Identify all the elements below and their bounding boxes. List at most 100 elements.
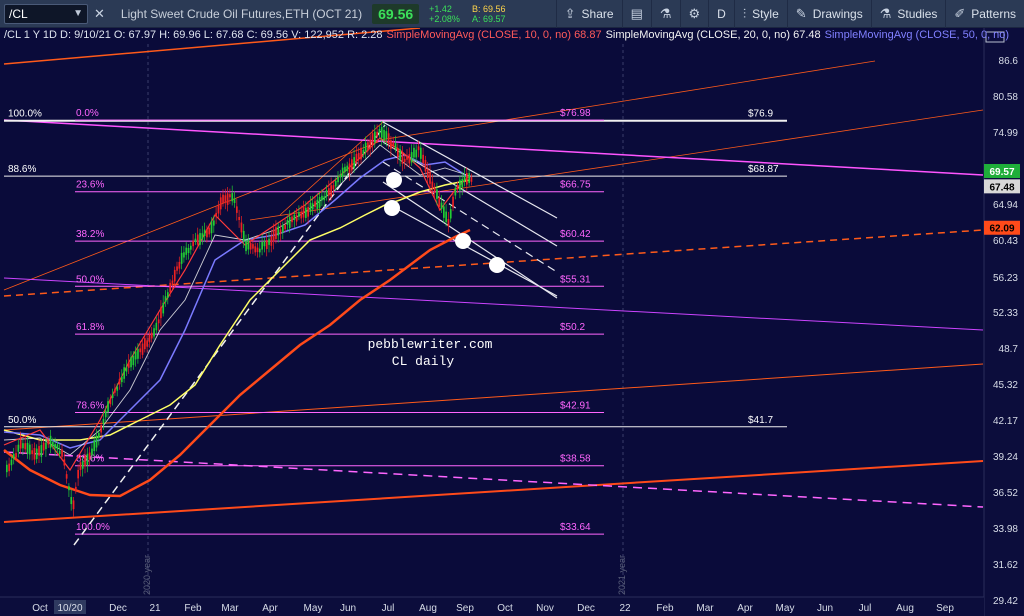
price-tick-label: 45.32 (993, 380, 1018, 391)
chevron-down-icon[interactable]: ▼ (73, 8, 83, 19)
candle-body (176, 266, 178, 271)
candle-body (226, 193, 229, 205)
candle-body (401, 151, 404, 164)
candle-body (378, 129, 381, 134)
candle-body (256, 247, 259, 253)
candle-body (385, 131, 388, 139)
gear-icon: ⚙ (688, 5, 701, 21)
settings-button[interactable]: ⚙ (679, 0, 709, 28)
candle-body (134, 351, 137, 360)
price-tick-label: 60.43 (993, 236, 1018, 247)
candle-body (431, 181, 434, 189)
style-button[interactable]: ⫶ Style (733, 0, 787, 28)
candle-body (72, 500, 75, 510)
fib1-level-label: 50.0% (8, 415, 36, 426)
bid-value: B: 69.56 (471, 3, 506, 14)
flask-button[interactable]: ⚗ (650, 0, 680, 28)
fib2-price-label: $33.64 (560, 522, 591, 533)
chart-style-icon: ⫶ (742, 5, 747, 21)
candle-body (463, 175, 466, 182)
annotation-dot (489, 257, 505, 273)
sma50-legend[interactable]: SimpleMovingAvg (CLOSE, 50, 0, no) (825, 29, 1009, 43)
candle-body (390, 140, 392, 149)
sma20-value: 67.48 (793, 29, 821, 41)
annotation-dot (386, 172, 402, 188)
candle-body (344, 166, 346, 173)
candle-body (376, 131, 378, 137)
candle-body (130, 357, 132, 368)
candle-body (24, 443, 27, 450)
candle-body (288, 216, 291, 229)
price-tick-label: 33.98 (993, 524, 1018, 535)
candle-body (295, 215, 298, 222)
candle-body (116, 386, 119, 391)
time-tick-label: Sep (456, 603, 474, 614)
candle-body (420, 147, 422, 159)
candle-body (75, 486, 77, 491)
candle-body (406, 155, 408, 160)
candle-body (454, 187, 457, 196)
candle-body (426, 168, 429, 179)
candle-body (139, 348, 142, 353)
candle-body (206, 228, 208, 238)
candle-body (208, 227, 211, 235)
candle-body (245, 240, 247, 252)
fib1-price-label: $68.87 (748, 164, 779, 175)
chart-canvas[interactable]: 2020 year 2021 year 86.6 80.58 74.99 69.57 64.… (0, 0, 1024, 616)
candle-body (86, 453, 89, 466)
candle-body (217, 204, 220, 214)
candle-body (323, 196, 326, 201)
candle-body (380, 127, 383, 138)
candle-body (346, 165, 349, 172)
candle-body (148, 334, 151, 343)
candle-body (192, 240, 194, 247)
time-tick-label: Aug (896, 603, 914, 614)
time-tick-label: Sep (936, 603, 954, 614)
candle-body (187, 247, 190, 254)
notes-button[interactable]: ▤ (621, 0, 651, 28)
candle-body (199, 233, 201, 245)
candle-body (355, 153, 358, 162)
interval-button[interactable]: D (708, 0, 734, 28)
studies-button[interactable]: ⚗ Studies (870, 0, 946, 28)
candle-body (178, 261, 181, 269)
candle-body (277, 226, 280, 236)
candle-body (12, 453, 15, 459)
candle-body (337, 176, 339, 183)
candle-body (459, 179, 461, 191)
candle-body (213, 220, 215, 226)
candle-body (470, 177, 473, 182)
candle-body (127, 361, 130, 368)
symbol-input[interactable]: /CL ▼ (4, 3, 88, 24)
time-tick-label: Mar (696, 603, 714, 614)
sma20-legend[interactable]: SimpleMovingAvg (CLOSE, 20, 0, no) 67.48 (606, 29, 821, 43)
patterns-label: Patterns (971, 6, 1016, 21)
candle-body (196, 234, 199, 245)
patterns-button[interactable]: ✐ Patterns (945, 0, 1024, 28)
candle-body (190, 245, 192, 250)
candle-body (95, 435, 98, 448)
candle-body (144, 338, 146, 350)
candle-body (8, 463, 10, 472)
share-button[interactable]: ⇪ Share (555, 0, 622, 28)
candle-body (300, 211, 303, 219)
candle-body (311, 203, 314, 210)
sma10-legend[interactable]: SimpleMovingAvg (CLOSE, 10, 0, no) 68.87 (387, 29, 602, 43)
candle-body (408, 154, 411, 164)
clear-button[interactable]: ✕ (88, 0, 111, 28)
candle-body (360, 147, 362, 160)
candle-body (81, 461, 84, 469)
candle-body (107, 401, 109, 413)
time-tick-label: Oct (497, 603, 513, 614)
patterns-icon: ✐ (954, 5, 966, 21)
candle-body (339, 174, 342, 178)
interval-label: D (717, 6, 726, 21)
candle-body (436, 189, 438, 199)
candle-body (351, 159, 353, 171)
candle-body (49, 435, 52, 448)
candle-body (413, 147, 415, 158)
drawings-button[interactable]: ✎ Drawings (786, 0, 871, 28)
fib2-level-label: 61.8% (76, 322, 104, 333)
candle-body (305, 207, 307, 218)
drawings-label: Drawings (812, 6, 863, 21)
